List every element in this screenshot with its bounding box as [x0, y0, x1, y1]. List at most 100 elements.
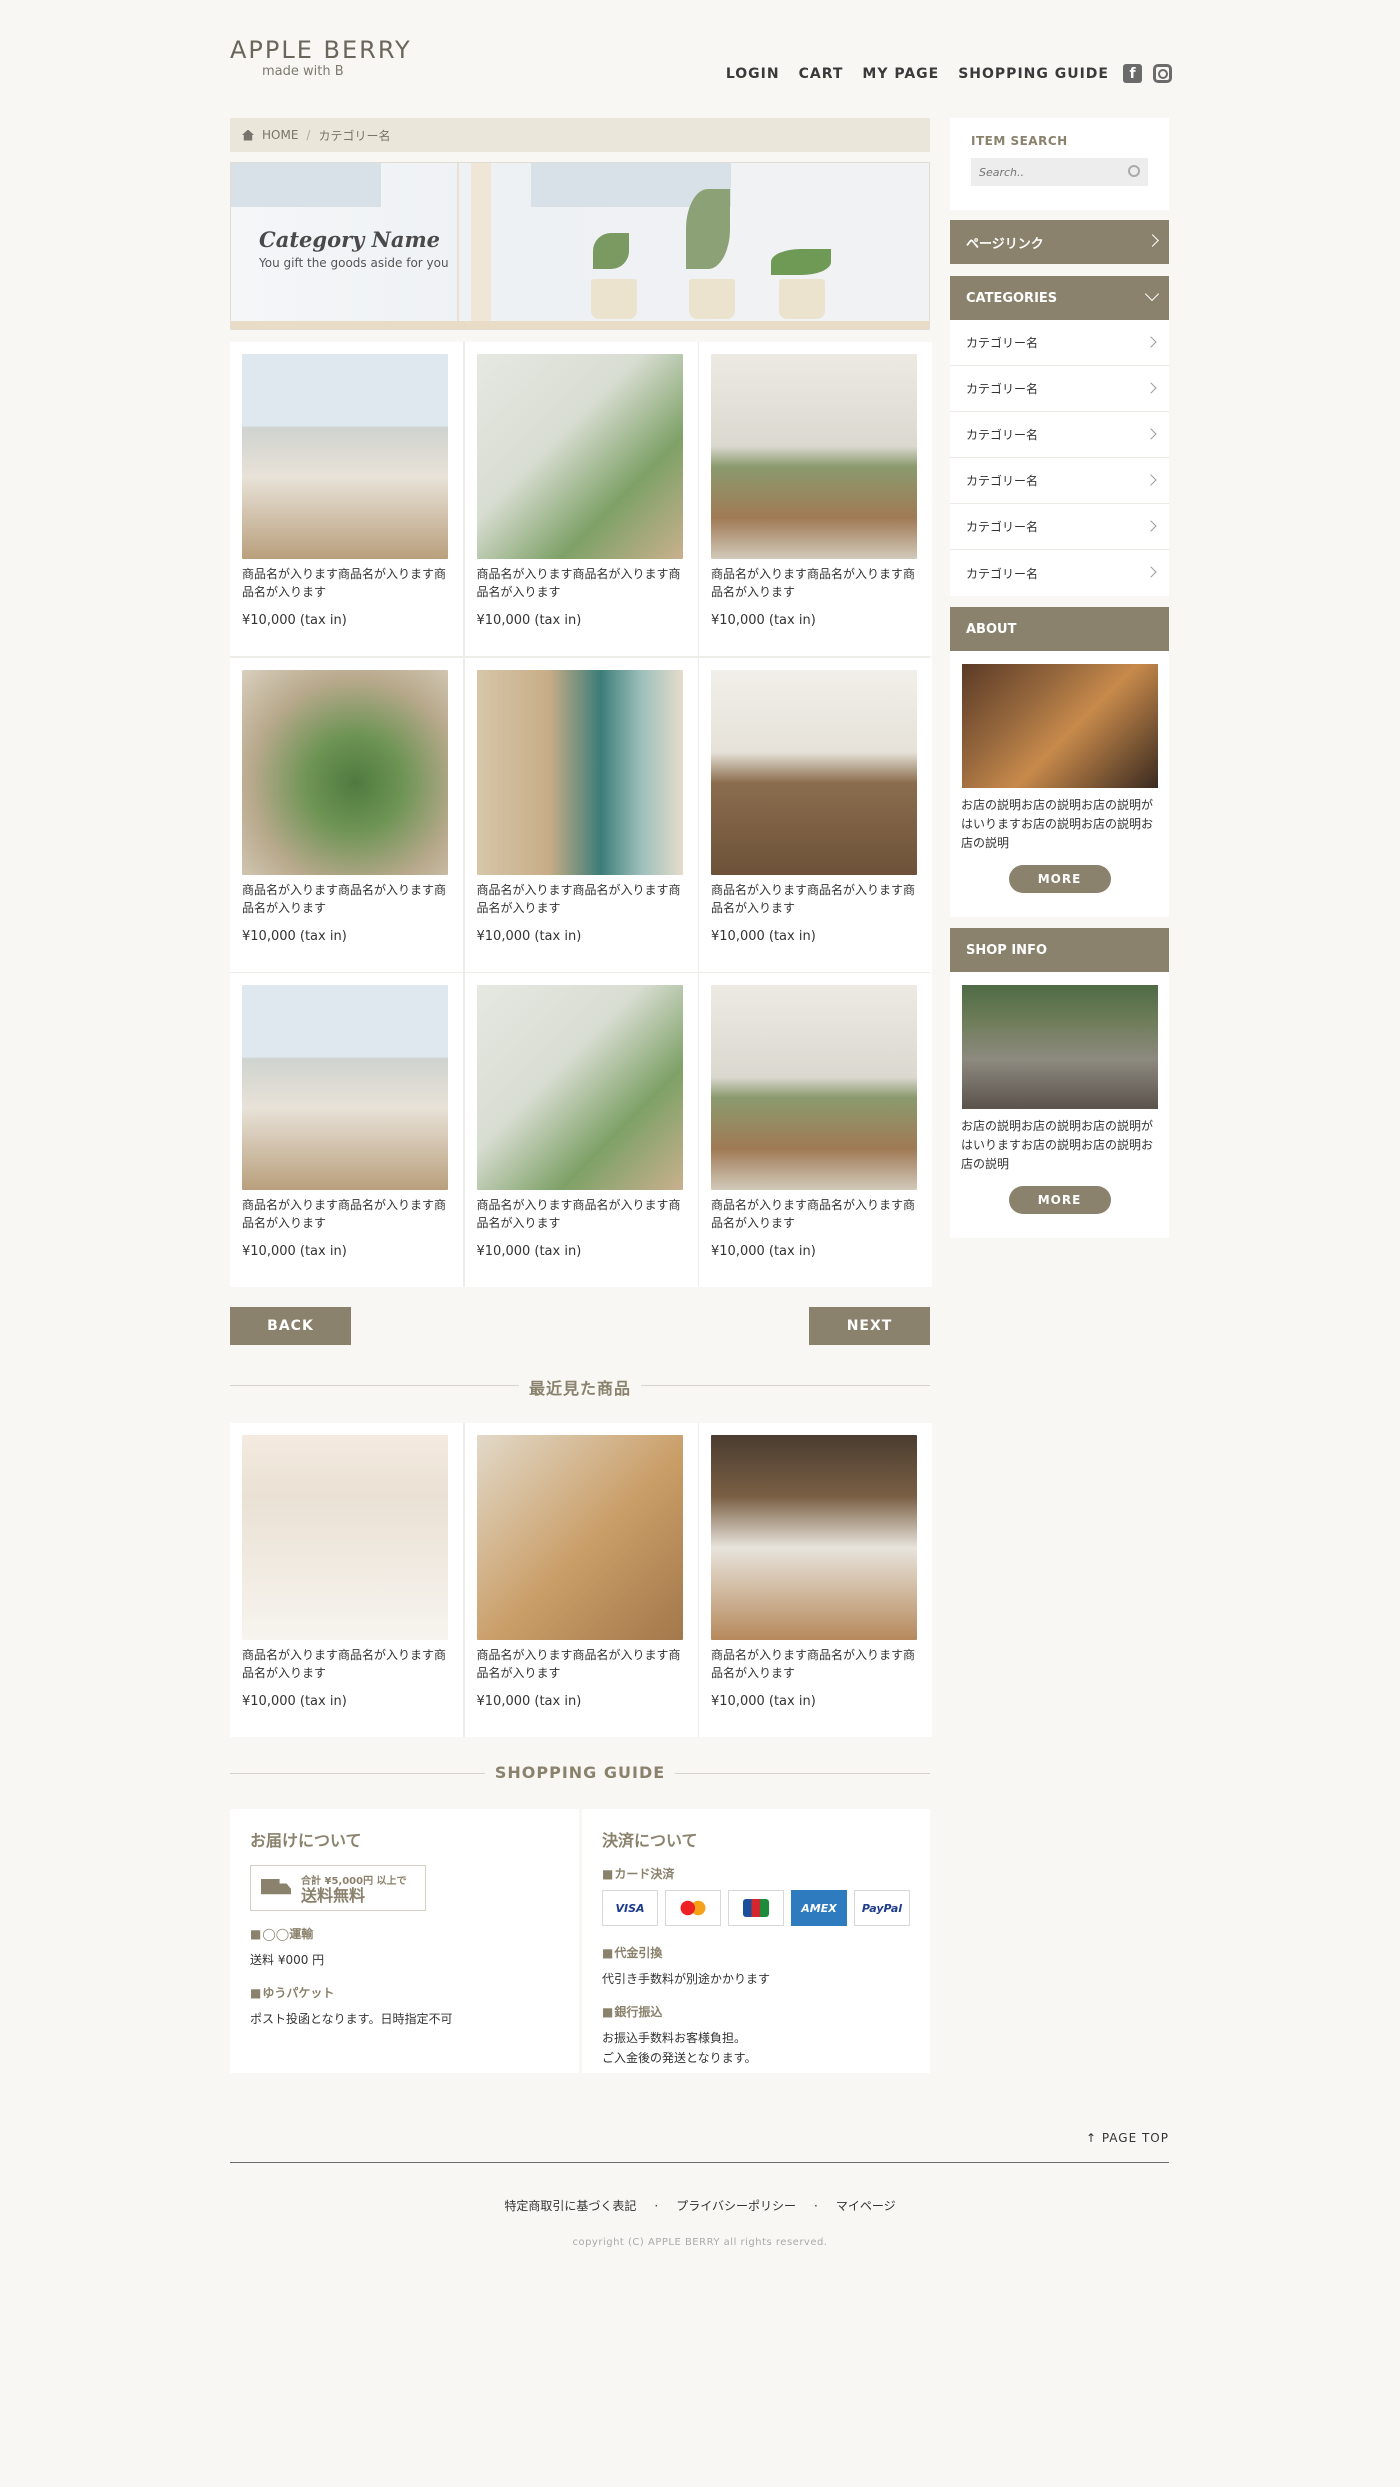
- product-image[interactable]: [242, 354, 448, 559]
- footer-link-tokushoho[interactable]: 特定商取引に基づく表記: [504, 2199, 636, 2213]
- product-image[interactable]: [476, 1435, 683, 1640]
- product-image[interactable]: [711, 1435, 917, 1640]
- bank-transfer-text: お振込手数料お客様負担。: [602, 2031, 747, 2045]
- about-more-button[interactable]: MORE: [1008, 865, 1111, 893]
- item-search-box: ITEM SEARCH: [950, 118, 1169, 210]
- product-card[interactable]: 商品名が入ります商品名が入ります商品名が入ります ¥10,000 (tax in): [464, 342, 698, 656]
- category-list: カテゴリー名 カテゴリー名 カテゴリー名 カテゴリー名 カテゴリー名 カテゴリー…: [950, 320, 1169, 596]
- product-card[interactable]: 商品名が入ります商品名が入ります商品名が入ります ¥10,000 (tax in): [230, 342, 463, 656]
- product-name[interactable]: 商品名が入ります商品名が入ります商品名が入ります: [242, 1646, 451, 1682]
- facebook-icon[interactable]: f: [1123, 64, 1142, 83]
- product-image[interactable]: [242, 1435, 448, 1640]
- window-sill: [231, 321, 929, 329]
- product-name[interactable]: 商品名が入ります商品名が入ります商品名が入ります: [711, 1646, 920, 1682]
- free-shipping-label: 送料無料: [301, 1885, 366, 1905]
- recent-card[interactable]: 商品名が入ります商品名が入ります商品名が入ります ¥10,000 (tax in): [699, 1423, 932, 1737]
- product-card[interactable]: 商品名が入ります商品名が入ります商品名が入ります ¥10,000 (tax in): [464, 657, 698, 972]
- product-name[interactable]: 商品名が入ります商品名が入ります商品名が入ります: [711, 1196, 920, 1232]
- recent-card[interactable]: 商品名が入ります商品名が入ります商品名が入ります ¥10,000 (tax in): [230, 1423, 463, 1737]
- chevron-right-icon: [1145, 428, 1157, 440]
- product-grid: 商品名が入ります商品名が入ります商品名が入ります ¥10,000 (tax in)…: [230, 342, 932, 1287]
- plant-leaves: [771, 249, 831, 275]
- instagram-icon[interactable]: [1153, 64, 1172, 83]
- product-name[interactable]: 商品名が入ります商品名が入ります商品名が入ります: [477, 881, 686, 917]
- window-frame: [457, 163, 459, 329]
- product-card[interactable]: 商品名が入ります商品名が入ります商品名が入ります ¥10,000 (tax in): [699, 657, 932, 972]
- product-card[interactable]: 商品名が入ります商品名が入ります商品名が入ります ¥10,000 (tax in): [230, 973, 463, 1287]
- logo-tagline: made with B: [262, 64, 344, 79]
- product-name[interactable]: 商品名が入ります商品名が入ります商品名が入ります: [242, 881, 451, 917]
- recent-grid: 商品名が入ります商品名が入ります商品名が入ります ¥10,000 (tax in)…: [230, 1423, 932, 1737]
- footer-link-privacy[interactable]: プライバシーポリシー: [676, 2199, 796, 2213]
- category-item[interactable]: カテゴリー名: [950, 550, 1169, 596]
- item-search-title: ITEM SEARCH: [971, 134, 1068, 148]
- product-name[interactable]: 商品名が入ります商品名が入ります商品名が入ります: [477, 1196, 686, 1232]
- shop-info-more-button[interactable]: MORE: [1008, 1186, 1111, 1214]
- search-input[interactable]: [971, 158, 1121, 186]
- page-link-button[interactable]: ページリンク: [950, 220, 1169, 264]
- product-price: ¥10,000 (tax in): [711, 928, 816, 944]
- category-label: カテゴリー名: [966, 566, 1039, 581]
- next-button[interactable]: NEXT: [809, 1307, 930, 1345]
- product-name[interactable]: 商品名が入ります商品名が入ります商品名が入ります: [711, 565, 920, 601]
- shipping-method-title: ◯◯運輸: [250, 1925, 559, 1942]
- footer-link-mypage[interactable]: マイページ: [836, 2199, 896, 2213]
- about-header: ABOUT: [950, 607, 1169, 651]
- categories-header[interactable]: CATEGORIES: [950, 276, 1169, 320]
- category-item[interactable]: カテゴリー名: [950, 320, 1169, 366]
- product-image[interactable]: [242, 669, 448, 875]
- plant-pot: [591, 279, 637, 319]
- product-name[interactable]: 商品名が入ります商品名が入ります商品名が入ります: [242, 565, 451, 601]
- search-field[interactable]: [971, 158, 1148, 186]
- cod-text: 代引き手数料が別途かかります: [602, 1972, 771, 1986]
- product-image[interactable]: [711, 985, 917, 1190]
- back-button[interactable]: BACK: [230, 1307, 351, 1345]
- product-card[interactable]: 商品名が入ります商品名が入ります商品名が入ります ¥10,000 (tax in): [230, 657, 463, 972]
- mastercard-icon: [665, 1890, 721, 1926]
- shopping-guide-heading: SHOPPING GUIDE: [230, 1763, 930, 1783]
- category-item[interactable]: カテゴリー名: [950, 412, 1169, 458]
- product-price: ¥10,000 (tax in): [242, 1244, 347, 1259]
- product-card[interactable]: 商品名が入ります商品名が入ります商品名が入ります ¥10,000 (tax in): [699, 342, 932, 656]
- product-card[interactable]: 商品名が入ります商品名が入ります商品名が入ります ¥10,000 (tax in): [699, 973, 932, 1287]
- category-item[interactable]: カテゴリー名: [950, 504, 1169, 550]
- product-image[interactable]: [476, 669, 683, 875]
- recent-card[interactable]: 商品名が入ります商品名が入ります商品名が入ります ¥10,000 (tax in): [464, 1423, 698, 1737]
- product-name[interactable]: 商品名が入ります商品名が入ります商品名が入ります: [711, 881, 920, 917]
- search-icon[interactable]: [1128, 165, 1140, 177]
- cod-title: 代金引換: [602, 1944, 910, 1961]
- global-nav: LOGIN CART MY PAGE SHOPPING GUIDE f: [707, 64, 1172, 83]
- product-image[interactable]: [476, 985, 683, 1190]
- product-price: ¥10,000 (tax in): [476, 613, 582, 628]
- chevron-right-icon: [1145, 520, 1157, 532]
- page-link-label: ページリンク: [966, 236, 1044, 252]
- nav-cart[interactable]: CART: [799, 66, 844, 82]
- product-image[interactable]: [711, 354, 917, 559]
- breadcrumb-home[interactable]: HOME: [262, 128, 298, 142]
- nav-login[interactable]: LOGIN: [726, 66, 780, 82]
- plant-pot: [779, 279, 825, 319]
- nav-my-page[interactable]: MY PAGE: [862, 66, 939, 82]
- about-title: ABOUT: [966, 621, 1017, 637]
- product-image[interactable]: [242, 985, 448, 1190]
- chevron-down-icon: [1144, 286, 1160, 302]
- product-card[interactable]: 商品名が入ります商品名が入ります商品名が入ります ¥10,000 (tax in): [464, 973, 698, 1287]
- jcb-icon: [728, 1890, 784, 1926]
- product-image[interactable]: [711, 669, 917, 875]
- product-image[interactable]: [476, 354, 683, 559]
- category-label: カテゴリー名: [966, 336, 1039, 350]
- chevron-right-icon: [1145, 566, 1157, 578]
- shop-info-text: お店の説明お店の説明お店の説明がはいりますお店の説明お店の説明お店の説明: [961, 1119, 1154, 1171]
- category-item[interactable]: カテゴリー名: [950, 366, 1169, 412]
- category-item[interactable]: カテゴリー名: [950, 458, 1169, 504]
- product-name[interactable]: 商品名が入ります商品名が入ります商品名が入ります: [242, 1196, 451, 1232]
- product-name[interactable]: 商品名が入ります商品名が入ります商品名が入ります: [477, 1646, 686, 1682]
- nav-shopping-guide[interactable]: SHOPPING GUIDE: [958, 66, 1109, 82]
- product-price: ¥10,000 (tax in): [242, 928, 347, 944]
- chevron-right-icon: [1145, 336, 1157, 348]
- product-name[interactable]: 商品名が入ります商品名が入ります商品名が入ります: [477, 565, 686, 601]
- card-payment-title: カード決済: [602, 1865, 910, 1882]
- page-top-link[interactable]: ↑ PAGE TOP: [1086, 2131, 1169, 2145]
- site-logo[interactable]: APPLE BERRY made with B: [230, 36, 412, 79]
- card-logos: VISA AMEX PayPal: [602, 1890, 910, 1926]
